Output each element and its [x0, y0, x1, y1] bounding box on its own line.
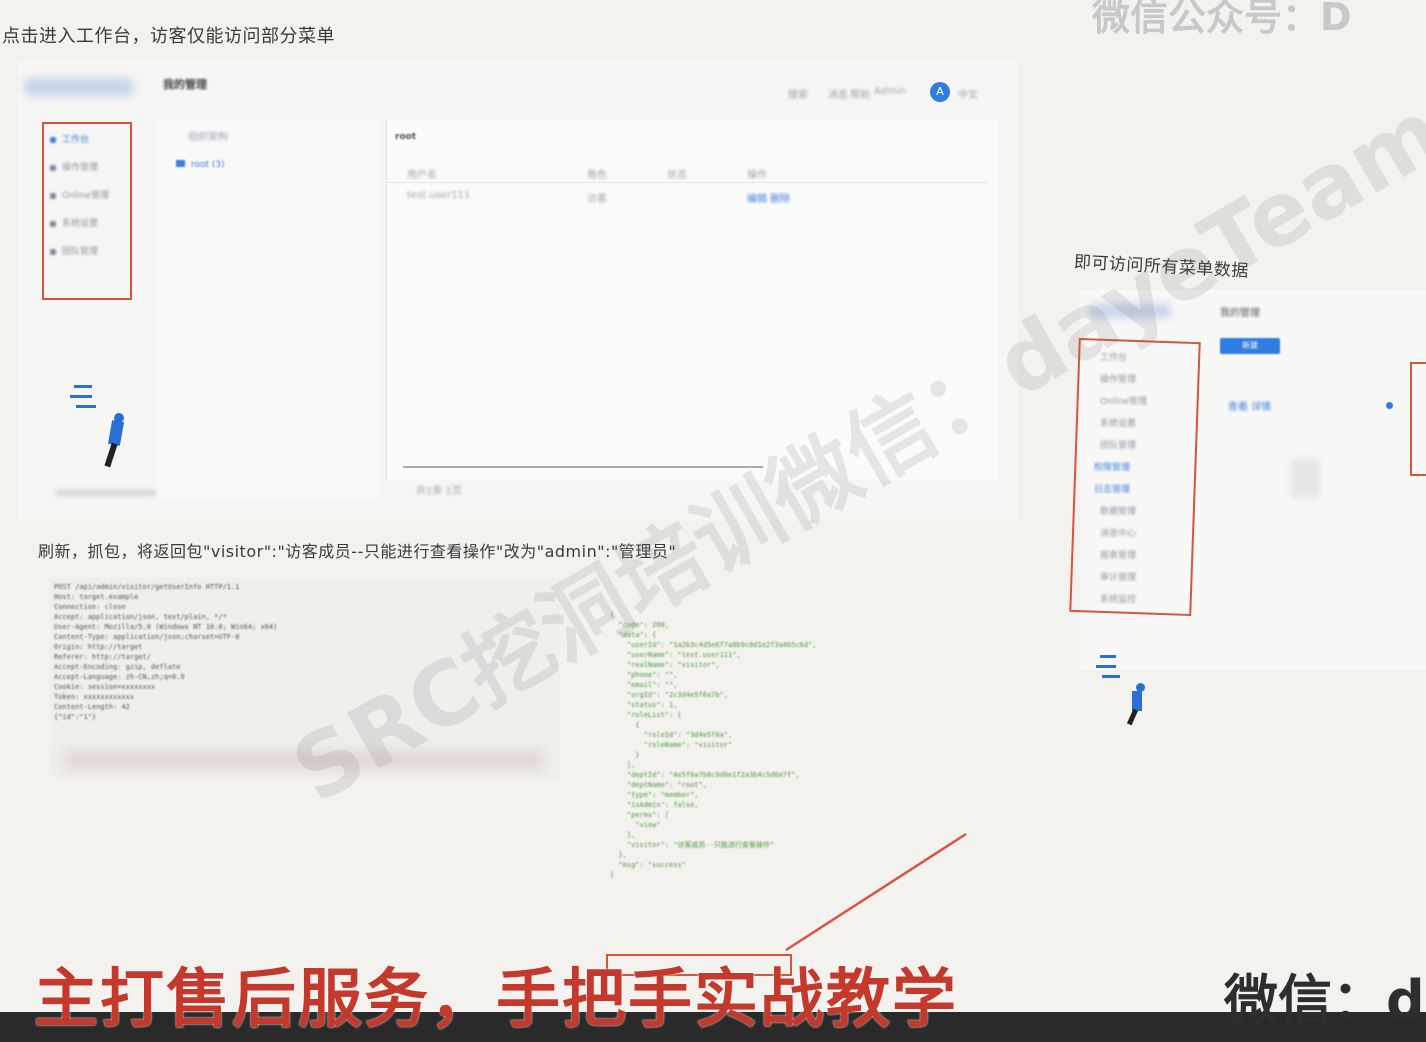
cell-actions[interactable]: 编辑 删除 — [747, 190, 790, 205]
right-loading-runner-icon — [1096, 655, 1156, 726]
folder-icon — [176, 160, 185, 167]
request-line: Token: xxxxxxxxxxxx — [54, 693, 135, 701]
response-line: }, — [610, 851, 627, 859]
toolbar-help[interactable]: 帮助 — [850, 86, 870, 101]
table-header-row: 用户名 角色 状态 操作 — [387, 162, 987, 183]
sidebar-item-workbench[interactable]: 工作台 — [50, 132, 89, 145]
response-line: "realName": "visitor", — [610, 661, 720, 669]
page-heading: 我的管理 — [163, 78, 207, 91]
users-icon — [50, 248, 56, 255]
response-line: "perms": [ — [610, 811, 670, 819]
pagination[interactable]: 共1条 1页 — [416, 482, 462, 497]
request-line: Content-Length: 42 — [54, 703, 130, 711]
response-text: { "code": 200, "data": { "userId": "1a2b… — [610, 610, 817, 880]
response-line: "msg": "success" — [610, 861, 686, 869]
toolbar-admin[interactable]: Admin — [874, 86, 906, 97]
response-line: "isAdmin": false, — [610, 801, 699, 809]
request-line: Accept: application/json, text/plain, */… — [54, 613, 227, 621]
bottom-right-text: 微信：d — [1224, 969, 1425, 1032]
loading-runner-icon — [68, 385, 138, 475]
loading-text — [56, 490, 156, 496]
request-line: Content-Type: application/json;charset=U… — [54, 633, 240, 641]
request-line: {"id":"1"} — [54, 713, 97, 721]
response-line: ], — [610, 831, 636, 839]
sidebar-item-team[interactable]: 团队管理 — [50, 244, 98, 257]
response-line: "userName": "test.user111", — [610, 651, 741, 659]
toolbar-lang[interactable]: 中文 — [958, 86, 978, 101]
request-line: Connection: close — [54, 603, 126, 611]
menu-icon — [50, 164, 56, 171]
right-edge-box — [1410, 362, 1426, 476]
request-line: Referer: http://target/ — [54, 653, 151, 661]
sidebar-menu: 工作台 操作管理 Online管理 系统设置 团队管理 — [42, 122, 128, 296]
right-menu-item-8[interactable]: 消息中心 — [1100, 526, 1136, 539]
cell-username: test.user111 — [407, 190, 471, 201]
right-empty-icon — [1290, 458, 1320, 498]
response-line: "deptName": "root", — [610, 781, 707, 789]
avatar[interactable]: A — [930, 82, 950, 102]
response-line: "deptId": "4e5f6a7b8c9d0e1f2a3b4c5d6e7f"… — [610, 771, 800, 779]
request-line: Host: target.example — [54, 593, 139, 601]
col-header-action: 操作 — [747, 170, 767, 181]
right-menu-item-11[interactable]: 系统监控 — [1100, 592, 1136, 605]
table-title: root — [395, 132, 417, 142]
toolbar-search[interactable]: 搜索 — [788, 86, 808, 101]
right-menu-item-5[interactable]: 权限管理 — [1094, 460, 1130, 473]
response-line: "visitor": "访客成员--只能进行查看操作" — [610, 841, 775, 849]
right-link[interactable]: 查看 详情 — [1228, 398, 1271, 413]
app-logo — [24, 78, 134, 96]
response-line: { — [610, 721, 640, 729]
right-menu-item-6[interactable]: 日志管理 — [1094, 482, 1130, 495]
response-panel: { "code": 200, "data": { "userId": "1a2b… — [600, 610, 900, 980]
response-line: "phone": "", — [610, 671, 678, 679]
tree-panel: 组织架构 root (3) — [158, 120, 378, 500]
right-menu-item-2[interactable]: Online管理 — [1100, 394, 1147, 407]
new-button[interactable]: 新建 — [1220, 338, 1280, 354]
right-menu-item-3[interactable]: 系统设置 — [1100, 416, 1136, 429]
right-dot-icon — [1386, 402, 1393, 409]
response-line: "email": "", — [610, 681, 678, 689]
gear-icon — [50, 220, 56, 227]
request-line: Accept-Language: zh-CN,zh;q=0.9 — [54, 673, 185, 681]
request-line: Accept-Encoding: gzip, deflate — [54, 663, 181, 671]
request-line: POST /api/admin/visitor/getUserInfo HTTP… — [54, 583, 240, 591]
right-menu-item-9[interactable]: 报表管理 — [1100, 548, 1136, 561]
request-line: Origin: http://target — [54, 643, 143, 651]
sidebar-item-operation[interactable]: 操作管理 — [50, 160, 98, 173]
home-icon — [50, 136, 56, 143]
response-line: "type": "member", — [610, 791, 699, 799]
header-right-text: 微信公众号：D — [1092, 0, 1352, 39]
response-line: "orgId": "2c3d4e5f6a7b", — [610, 691, 729, 699]
menu-icon — [50, 192, 56, 199]
col-header-role: 角色 — [587, 170, 607, 181]
toolbar-message[interactable]: 消息 — [828, 86, 848, 101]
sidebar-item-settings[interactable]: 系统设置 — [50, 216, 98, 229]
response-line: "view" — [610, 821, 661, 829]
response-line: "roleId": "3d4e5f6a", — [610, 731, 733, 739]
tree-header: 组织架构 — [188, 132, 228, 143]
request-text: POST /api/admin/visitor/getUserInfo HTTP… — [54, 582, 277, 722]
response-line: "roleList": [ — [610, 711, 682, 719]
right-menu: 工作台 操作管理 Online管理 系统设置 团队管理 权限管理 日志管理 数据… — [1080, 346, 1190, 608]
response-line: "roleName": "visitor" — [610, 741, 733, 749]
toolbar: 搜索 消息 帮助 Admin A 中文 — [788, 82, 1008, 102]
col-header-status: 状态 — [667, 170, 687, 181]
request-line: User-Agent: Mozilla/5.0 (Windows NT 10.0… — [54, 623, 278, 631]
response-line: } — [610, 871, 615, 879]
table-row[interactable]: test.user111 访客 编辑 删除 — [387, 186, 987, 206]
sidebar-item-online[interactable]: Online管理 — [50, 188, 109, 201]
cell-role: 访客 — [587, 194, 607, 205]
right-menu-item-10[interactable]: 审计管理 — [1100, 570, 1136, 583]
response-line: } — [610, 751, 640, 759]
right-menu-item-7[interactable]: 数据管理 — [1100, 504, 1136, 517]
request-line: Cookie: session=xxxxxxxx — [54, 683, 156, 691]
bottom-banner: 主打售后服务，手把手实战教学 — [34, 963, 958, 1037]
right-menu-item-4[interactable]: 团队管理 — [1100, 438, 1136, 451]
top-caption: 点击进入工作台，访客仅能访问部分菜单 — [2, 26, 335, 47]
response-line: "status": 1, — [610, 701, 678, 709]
tree-item-root[interactable]: root (3) — [176, 160, 225, 170]
col-header-username: 用户名 — [407, 170, 437, 181]
response-line: ], — [610, 761, 636, 769]
